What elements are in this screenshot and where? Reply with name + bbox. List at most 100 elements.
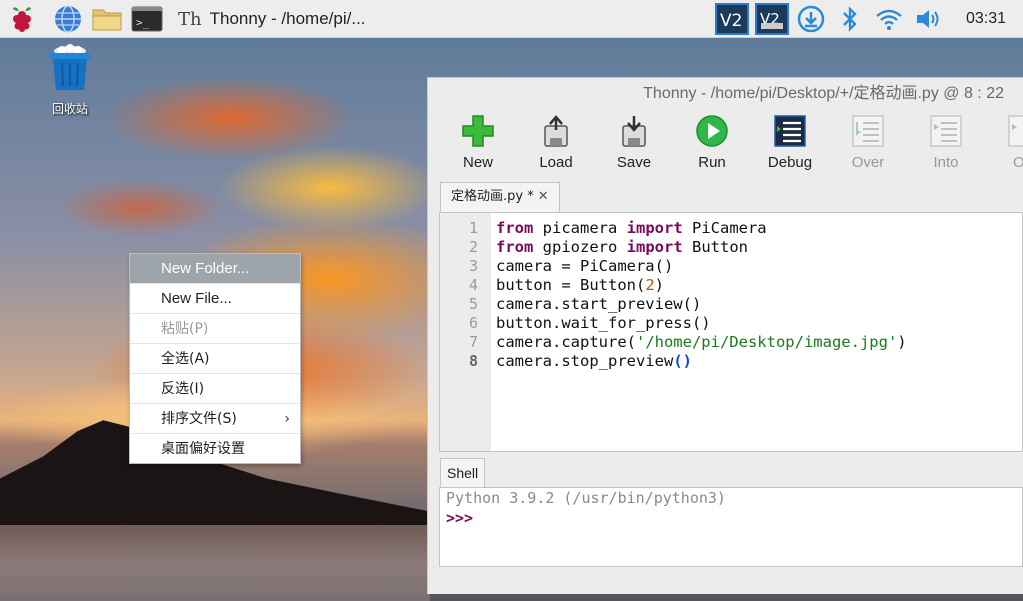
raspberry-menu-button[interactable]: [6, 3, 38, 35]
menu-item-new-folder[interactable]: New Folder...: [130, 254, 300, 284]
menu-item-sort-files[interactable]: 排序文件(S) ›: [130, 404, 300, 434]
toolbar-label: Debug: [767, 154, 813, 171]
code-text: ): [897, 333, 907, 351]
close-tab-icon[interactable]: ✕: [538, 189, 549, 204]
taskbar: >_ Th Thonny - /home/pi/... V2 V2 03:31: [0, 0, 1023, 38]
taskbar-thonny-window-button[interactable]: Th Thonny - /home/pi/...: [178, 3, 378, 35]
vnc-icon: V2: [715, 3, 749, 35]
toolbar-step-into-button[interactable]: Into: [911, 112, 981, 171]
svg-text:V2: V2: [720, 11, 742, 31]
toolbar-label: Load: [539, 154, 573, 171]
terminal-icon: >_: [131, 6, 163, 32]
step-into-icon: [930, 115, 962, 147]
taskbar-clock[interactable]: 03:31: [958, 0, 1014, 38]
shell-prompt[interactable]: >>>: [446, 509, 473, 527]
code-text: camera.stop_preview: [496, 352, 674, 370]
vnc-viewer-tray-button[interactable]: V2: [754, 2, 790, 36]
code-text: picamera: [533, 219, 627, 237]
toolbar-label: Over: [851, 154, 885, 171]
updates-tray-button[interactable]: [794, 2, 828, 36]
toolbar-new-button[interactable]: New: [443, 112, 513, 171]
code-keyword: from: [496, 219, 534, 237]
wifi-tray-button[interactable]: [872, 2, 906, 36]
toolbar-step-out-button[interactable]: O: [989, 112, 1023, 171]
line-number: 3: [468, 257, 478, 275]
volume-tray-button[interactable]: [912, 2, 946, 36]
toolbar-save-button[interactable]: Save: [599, 112, 669, 171]
step-over-icon: [852, 115, 884, 147]
file-manager-button[interactable]: [90, 3, 124, 35]
code-keyword: import: [626, 219, 683, 237]
trash-label: 回收站: [51, 102, 88, 116]
menu-item-label: 反选(I): [161, 381, 205, 397]
save-icon: [622, 116, 646, 147]
debug-icon: [774, 115, 806, 147]
code-text: Button: [682, 238, 748, 256]
toolbar-label: New: [462, 154, 493, 171]
line-number: 5: [468, 295, 478, 313]
code-line[interactable]: camera = PiCamera(): [496, 257, 673, 275]
shell-console[interactable]: Python 3.9.2 (/usr/bin/python3) >>>: [439, 487, 1023, 567]
code-line[interactable]: camera.start_preview(): [496, 295, 701, 313]
line-number: 2: [468, 238, 478, 256]
bluetooth-icon: [843, 6, 857, 32]
line-number: 4: [468, 276, 478, 294]
menu-item-label: 桌面偏好设置: [161, 441, 245, 457]
code-text: button = Button(: [496, 276, 646, 294]
web-browser-button[interactable]: [52, 3, 84, 35]
shell-tab[interactable]: Shell: [440, 458, 486, 488]
editor-tab-file[interactable]: 定格动画.py * ✕: [440, 182, 560, 212]
toolbar-load-button[interactable]: Load: [521, 112, 591, 171]
bluetooth-tray-button[interactable]: [836, 2, 864, 36]
code-text: PiCamera: [682, 219, 767, 237]
code-line[interactable]: from gpiozero import Button: [496, 238, 748, 256]
raspberry-pi-icon: [13, 7, 31, 32]
thonny-toolbar: New Load Save Run Debug Over Into O: [428, 112, 1023, 176]
menu-item-desktop-preferences[interactable]: 桌面偏好设置: [130, 434, 300, 464]
toolbar-run-button[interactable]: Run: [677, 112, 747, 171]
menu-item-paste: 粘贴(P): [130, 314, 300, 344]
code-line[interactable]: camera.capture('/home/pi/Desktop/image.j…: [496, 333, 907, 351]
download-icon: [797, 5, 825, 33]
code-line-current[interactable]: camera.stop_preview(): [496, 352, 692, 370]
menu-item-new-file[interactable]: New File...: [130, 284, 300, 314]
code-line[interactable]: button.wait_for_press(): [496, 314, 711, 332]
code-text: ): [654, 276, 664, 294]
toolbar-step-over-button[interactable]: Over: [833, 112, 903, 171]
menu-item-label: 排序文件(S): [161, 411, 237, 427]
thonny-app-icon: Th: [178, 8, 202, 30]
code-line[interactable]: button = Button(2): [496, 276, 664, 294]
code-string: '/home/pi/Desktop/image.jpg': [635, 333, 898, 351]
trash-bin-icon: [50, 44, 90, 90]
code-line[interactable]: from picamera import PiCamera: [496, 219, 767, 237]
line-number: 1: [468, 219, 478, 237]
volume-icon: [917, 10, 939, 28]
menu-item-label: New Folder...: [161, 260, 250, 277]
toolbar-label: O: [1013, 154, 1023, 171]
new-icon: [462, 115, 494, 147]
folder-icon: [92, 9, 122, 31]
step-out-icon: [1008, 115, 1023, 147]
menu-item-label: 粘贴(P): [161, 321, 209, 337]
vnc-viewer-icon: V2: [755, 3, 789, 35]
line-number: 6: [468, 314, 478, 332]
line-number-gutter: 1 2 3 4 5 6 7 8: [440, 213, 491, 451]
menu-item-invert-selection[interactable]: 反选(I): [130, 374, 300, 404]
run-icon: [696, 115, 728, 147]
svg-text:>_: >_: [136, 16, 150, 29]
toolbar-label: Save: [616, 154, 652, 171]
toolbar-debug-button[interactable]: Debug: [755, 112, 825, 171]
vnc-server-tray-button[interactable]: V2: [714, 2, 750, 36]
toolbar-label: Run: [698, 154, 726, 171]
line-number: 7: [468, 333, 478, 351]
taskbar-window-title: Thonny - /home/pi/...: [209, 9, 366, 28]
code-paren-match: (): [673, 352, 692, 370]
load-icon: [544, 115, 568, 147]
code-keyword: from: [496, 238, 534, 256]
menu-item-select-all[interactable]: 全选(A): [130, 344, 300, 374]
window-title[interactable]: Thonny - /home/pi/Desktop/+/定格动画.py @ 8 …: [428, 78, 1023, 110]
wifi-icon: [876, 9, 902, 30]
terminal-button[interactable]: >_: [130, 3, 164, 35]
code-editor[interactable]: 1 2 3 4 5 6 7 8 from picamera import PiC…: [439, 212, 1023, 452]
desktop-trash[interactable]: 回收站: [40, 44, 100, 117]
